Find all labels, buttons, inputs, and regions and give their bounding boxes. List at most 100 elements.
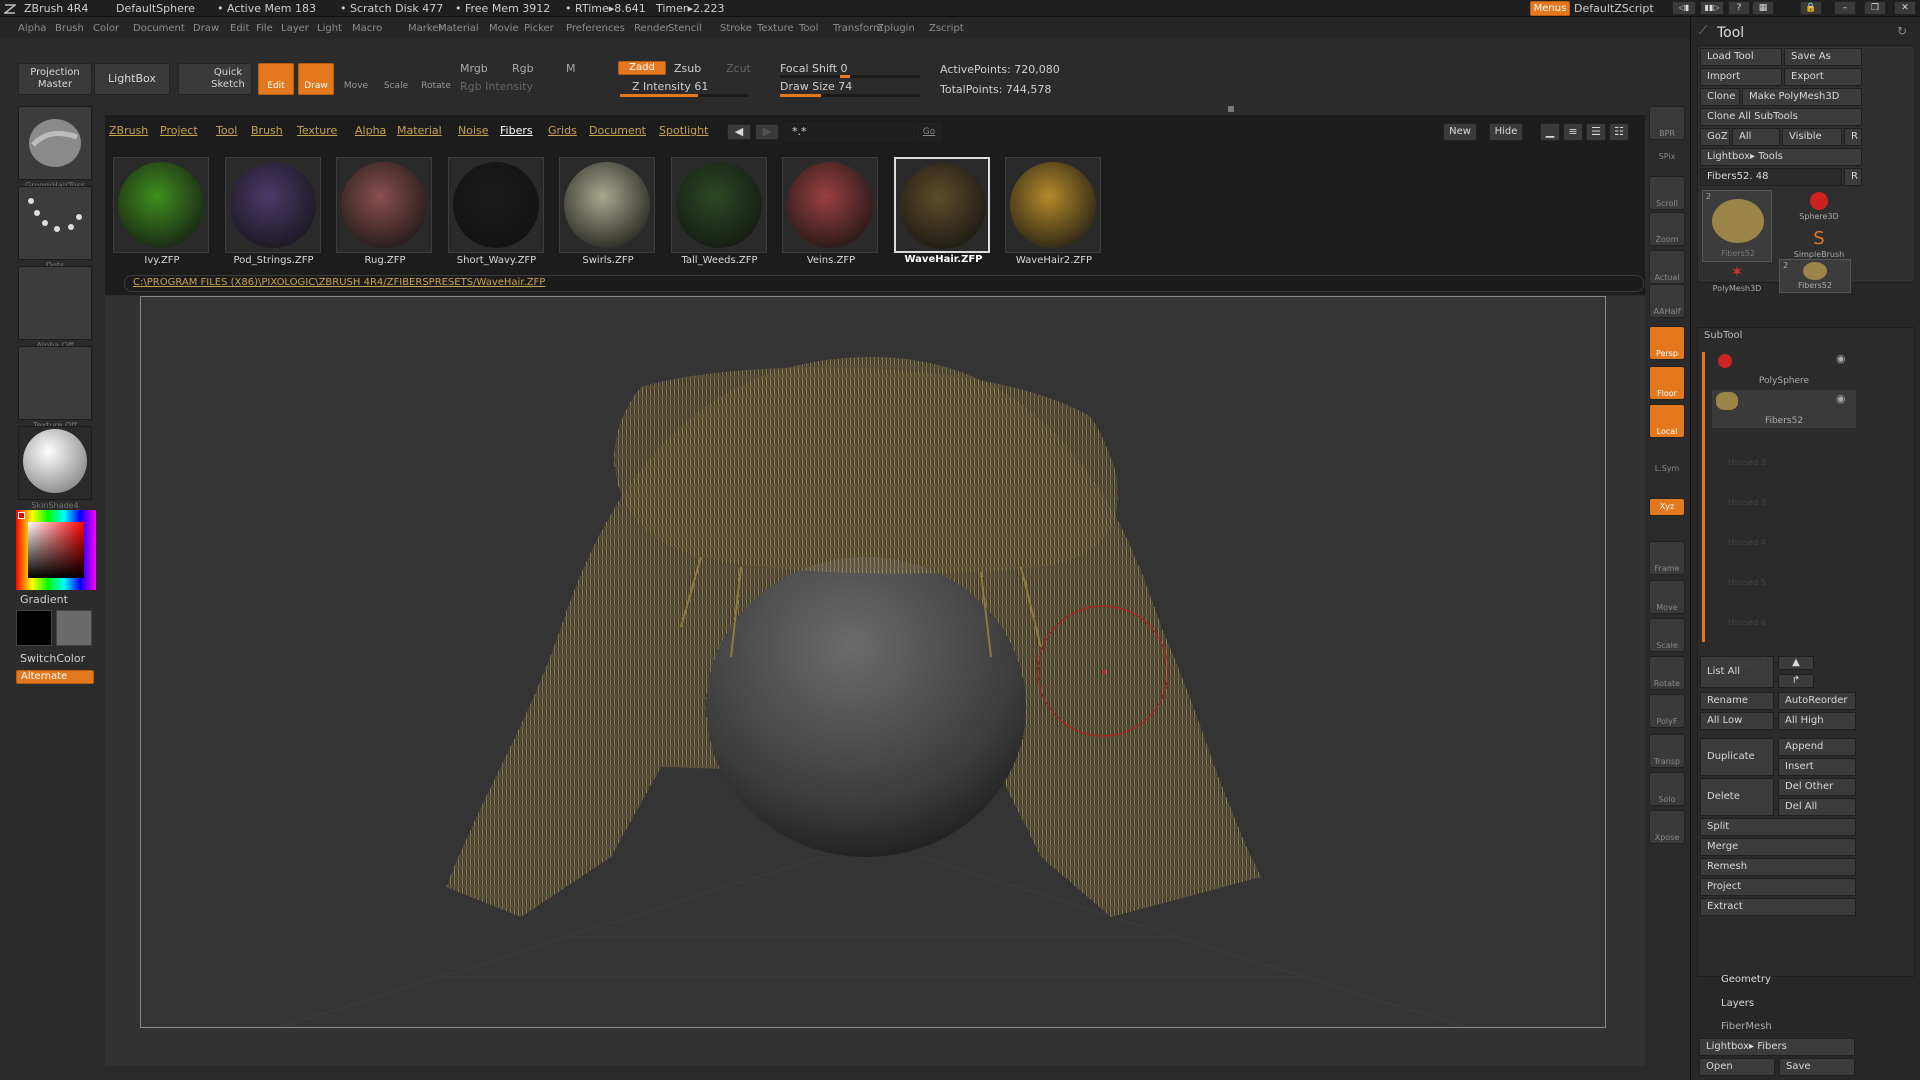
view-list-icon[interactable]: ☰ bbox=[1586, 123, 1606, 141]
menu-transform[interactable]: Transform bbox=[833, 23, 883, 34]
maximize-icon[interactable]: ❐ bbox=[1864, 1, 1886, 15]
view-small-icon[interactable]: ▁ bbox=[1540, 123, 1560, 141]
menu-tool[interactable]: Tool bbox=[799, 23, 818, 34]
focal-shift-slider[interactable]: Focal Shift 0 bbox=[780, 62, 848, 75]
goz-visible-button[interactable]: Visible bbox=[1782, 128, 1842, 146]
bpr-icon[interactable]: BPR bbox=[1649, 106, 1685, 140]
draw-size-slider[interactable]: Draw Size 74 bbox=[780, 80, 852, 93]
actual-icon[interactable]: Actual bbox=[1649, 250, 1685, 284]
visibility-eye-icon[interactable]: ◉ bbox=[1836, 392, 1846, 405]
close-icon[interactable]: ✕ bbox=[1894, 1, 1916, 15]
tool-thumb-polymesh[interactable]: ✶ PolyMesh3D bbox=[1702, 262, 1772, 298]
menu-texture[interactable]: Texture bbox=[757, 23, 794, 34]
del-all-button[interactable]: Del All bbox=[1778, 798, 1856, 816]
edit-button[interactable]: Edit bbox=[258, 63, 294, 95]
lightbox-fibers-button[interactable]: Lightbox▸ Fibers bbox=[1699, 1038, 1855, 1056]
zcut-button[interactable]: Zcut bbox=[726, 62, 751, 75]
layers-section[interactable]: Layers bbox=[1721, 998, 1754, 1009]
move-icon[interactable]: Move bbox=[1649, 580, 1685, 614]
zoom-icon[interactable]: Zoom bbox=[1649, 212, 1685, 246]
lightbox-tab-zbrush[interactable]: ZBrush bbox=[109, 124, 148, 137]
persp-icon[interactable]: Persp bbox=[1649, 326, 1685, 360]
xyz-icon[interactable]: Xyz bbox=[1649, 498, 1685, 516]
rotate-icon[interactable]: Rotate bbox=[1649, 656, 1685, 690]
brush-thumbnail[interactable]: GroomHairToss bbox=[18, 106, 92, 190]
menu-stroke[interactable]: Stroke bbox=[720, 23, 752, 34]
fiber-preset-pod_strings[interactable]: Pod_Strings.ZFP bbox=[224, 157, 321, 266]
fiber-preset-veins[interactable]: Veins.ZFP bbox=[782, 157, 878, 266]
shelf-scroll-handle[interactable] bbox=[1228, 106, 1234, 112]
menu-zplugin[interactable]: Zplugin bbox=[877, 23, 915, 34]
goz-r-button[interactable]: R bbox=[1844, 128, 1862, 146]
menu-zscript[interactable]: Zscript bbox=[929, 23, 964, 34]
main-color-swatch[interactable] bbox=[16, 610, 52, 646]
tool-thumb-fibers[interactable]: 2 Fibers52 bbox=[1702, 190, 1772, 262]
rotate-button[interactable]: Rotate bbox=[418, 63, 454, 95]
delete-button[interactable]: Delete bbox=[1700, 778, 1774, 816]
texture-thumbnail[interactable]: Texture Off bbox=[18, 346, 92, 430]
polyf-icon[interactable]: PolyF bbox=[1649, 694, 1685, 728]
layout-prev-icon[interactable]: ◁▮ bbox=[1672, 1, 1696, 15]
gradient-label[interactable]: Gradient bbox=[20, 593, 68, 606]
move-button[interactable]: Move bbox=[338, 63, 374, 95]
menu-movie[interactable]: Movie bbox=[489, 23, 519, 34]
menu-light[interactable]: Light bbox=[317, 23, 342, 34]
goz-all-button[interactable]: All bbox=[1732, 128, 1780, 146]
lightbox-search-input[interactable]: *.* bbox=[785, 123, 915, 141]
new-button[interactable]: New bbox=[1443, 123, 1477, 141]
visibility-eye-icon[interactable]: ◉ bbox=[1836, 352, 1846, 365]
all-low-button[interactable]: All Low bbox=[1700, 712, 1774, 730]
lightbox-button[interactable]: LightBox bbox=[94, 63, 170, 95]
floor-icon[interactable]: Floor bbox=[1649, 366, 1685, 400]
local-icon[interactable]: Local bbox=[1649, 404, 1685, 438]
make-polymesh-button[interactable]: Make PolyMesh3D bbox=[1742, 88, 1862, 106]
subtool-header[interactable]: SubTool bbox=[1704, 330, 1742, 341]
default-zscript-button[interactable]: DefaultZScript bbox=[1574, 2, 1654, 15]
load-tool-button[interactable]: Load Tool bbox=[1700, 48, 1782, 66]
spix-icon[interactable]: SPix bbox=[1649, 144, 1685, 164]
subtool-scrollbar[interactable] bbox=[1702, 352, 1705, 642]
tool-pin-icon[interactable]: ⟋ bbox=[1699, 23, 1707, 38]
move-down-icon[interactable]: ↱ bbox=[1778, 674, 1814, 688]
stroke-thumbnail[interactable]: Dots bbox=[18, 186, 92, 270]
menu-picker[interactable]: Picker bbox=[524, 23, 554, 34]
draw-button[interactable]: Draw bbox=[298, 63, 334, 95]
rgb-intensity-slider[interactable]: Rgb Intensity bbox=[460, 80, 533, 93]
material-thumbnail[interactable]: SkinShade4 bbox=[18, 426, 92, 510]
help-icon[interactable]: ? bbox=[1728, 1, 1750, 15]
subtool-fibers[interactable]: ◉ Fibers52 bbox=[1712, 390, 1856, 428]
menu-material[interactable]: Material bbox=[438, 23, 479, 34]
transp-icon[interactable]: Transp bbox=[1649, 734, 1685, 768]
fiber-preset-rug[interactable]: Rug.ZFP bbox=[336, 157, 432, 266]
view-detail-icon[interactable]: ☷ bbox=[1609, 123, 1629, 141]
secondary-color-swatch[interactable] bbox=[56, 610, 92, 646]
menu-layer[interactable]: Layer bbox=[281, 23, 309, 34]
z-intensity-slider[interactable]: Z Intensity 61 bbox=[632, 80, 708, 93]
lightbox-tab-project[interactable]: Project bbox=[160, 124, 198, 137]
duplicate-button[interactable]: Duplicate bbox=[1700, 738, 1774, 776]
current-tool-slider[interactable]: Fibers52. 48 bbox=[1700, 168, 1842, 186]
fiber-open-button[interactable]: Open bbox=[1699, 1058, 1775, 1076]
xpose-icon[interactable]: Xpose bbox=[1649, 810, 1685, 844]
rgb-button[interactable]: Rgb bbox=[512, 62, 534, 75]
lightbox-tab-document[interactable]: Document bbox=[589, 124, 646, 137]
fiber-preset-swirls[interactable]: Swirls.ZFP bbox=[559, 157, 655, 266]
tool-thumb-sphere3d[interactable]: Sphere3D bbox=[1784, 190, 1854, 226]
insert-button[interactable]: Insert bbox=[1778, 758, 1856, 776]
clone-all-subtools-button[interactable]: Clone All SubTools bbox=[1700, 108, 1862, 126]
goz-button[interactable]: GoZ bbox=[1700, 128, 1730, 146]
color-square[interactable] bbox=[28, 522, 84, 578]
save-as-button[interactable]: Save As bbox=[1784, 48, 1862, 66]
alternate-button[interactable]: Alternate bbox=[16, 670, 94, 684]
merge-button[interactable]: Merge bbox=[1700, 838, 1856, 856]
lightbox-tab-grids[interactable]: Grids bbox=[548, 124, 577, 137]
view-medium-icon[interactable]: ≡ bbox=[1563, 123, 1583, 141]
menus-button[interactable]: Menus bbox=[1530, 1, 1570, 16]
fiber-save-button[interactable]: Save bbox=[1779, 1058, 1855, 1076]
menu-macro[interactable]: Macro bbox=[352, 23, 382, 34]
lightbox-tab-spotlight[interactable]: Spotlight bbox=[659, 124, 708, 137]
viewport-frame[interactable] bbox=[140, 296, 1606, 1028]
lightbox-tab-brush[interactable]: Brush bbox=[251, 124, 283, 137]
tool-thumb-simplebrush[interactable]: S SimpleBrush bbox=[1784, 228, 1854, 262]
fiber-preset-tall_weeds[interactable]: Tall_Weeds.ZFP bbox=[670, 157, 767, 266]
